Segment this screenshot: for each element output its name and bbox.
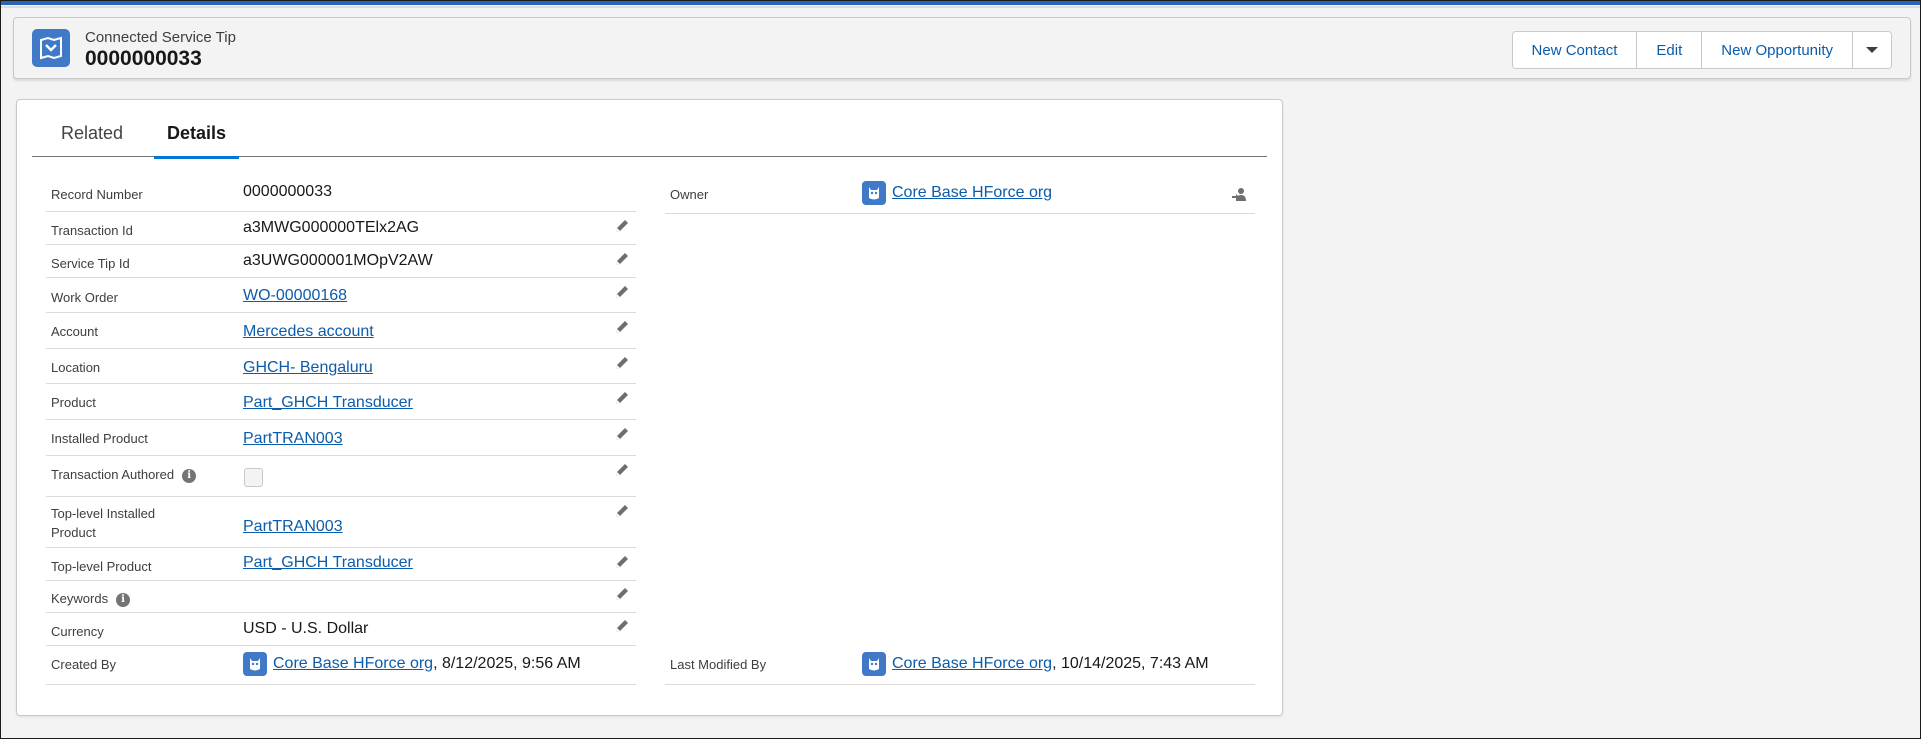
tab-details[interactable]: Details bbox=[154, 123, 240, 159]
change-owner-icon[interactable] bbox=[1231, 186, 1249, 204]
edit-pencil-icon[interactable] bbox=[614, 284, 630, 300]
connected-service-tip-icon bbox=[32, 29, 70, 67]
field-work-order: Work Order WO-00000168 bbox=[46, 278, 636, 313]
location-link[interactable]: GHCH- Bengaluru bbox=[243, 359, 373, 377]
edit-pencil-icon[interactable] bbox=[614, 586, 630, 602]
new-opportunity-button[interactable]: New Opportunity bbox=[1702, 32, 1853, 68]
field-account: Account Mercedes account bbox=[46, 313, 636, 349]
top-accent-bar bbox=[1, 1, 1920, 5]
field-transaction-authored: Transaction Authored i bbox=[46, 456, 636, 497]
top-product-link[interactable]: Part_GHCH Transducer bbox=[243, 554, 413, 572]
field-label: Top-level Installed Product bbox=[51, 506, 156, 540]
user-avatar bbox=[862, 181, 886, 205]
field-label: Transaction Id bbox=[51, 223, 133, 238]
field-keywords: Keywords i bbox=[46, 581, 636, 613]
field-label: Top-level Product bbox=[51, 559, 152, 574]
last-modified-date: , 10/14/2025, 7:43 AM bbox=[1052, 655, 1209, 673]
edit-pencil-icon[interactable] bbox=[614, 554, 630, 570]
field-label: Last Modified By bbox=[670, 657, 767, 672]
field-label: Currency bbox=[51, 624, 104, 639]
work-order-link[interactable]: WO-00000168 bbox=[243, 287, 347, 305]
product-link[interactable]: Part_GHCH Transducer bbox=[243, 394, 413, 412]
info-icon[interactable]: i bbox=[182, 469, 197, 483]
field-transaction-id: Transaction Id a3MWG000000TElx2AG bbox=[46, 212, 636, 245]
field-created-by: Created By Core Base HForce org, 8/12/20… bbox=[46, 646, 636, 685]
field-label: Owner bbox=[670, 187, 709, 202]
field-value: USD - U.S. Dollar bbox=[243, 620, 369, 637]
field-location: Location GHCH- Bengaluru bbox=[46, 349, 636, 384]
field-service-tip-id: Service Tip Id a3UWG000001MOpV2AW bbox=[46, 245, 636, 278]
field-installed-product: Installed Product PartTRAN003 bbox=[46, 420, 636, 456]
field-currency: Currency USD - U.S. Dollar bbox=[46, 613, 636, 646]
user-avatar bbox=[243, 652, 267, 676]
field-value: a3UWG000001MOpV2AW bbox=[243, 252, 433, 269]
header-actions: New Contact Edit New Opportunity bbox=[1511, 31, 1892, 69]
installed-product-link[interactable]: PartTRAN003 bbox=[243, 430, 343, 448]
edit-pencil-icon[interactable] bbox=[614, 618, 630, 634]
user-avatar bbox=[862, 652, 886, 676]
record-title: 0000000033 bbox=[85, 47, 202, 70]
new-contact-button[interactable]: New Contact bbox=[1512, 32, 1638, 68]
edit-pencil-icon[interactable] bbox=[614, 426, 630, 442]
created-by-user-link[interactable]: Core Base HForce org bbox=[273, 655, 433, 672]
chevron-down-icon bbox=[1866, 47, 1878, 53]
tab-related[interactable]: Related bbox=[48, 123, 136, 156]
info-icon[interactable]: i bbox=[116, 593, 131, 607]
field-label: Account bbox=[51, 324, 98, 339]
field-record-number: Record Number 0000000033 bbox=[46, 175, 636, 212]
field-product: Product Part_GHCH Transducer bbox=[46, 384, 636, 420]
more-actions-button[interactable] bbox=[1853, 32, 1891, 68]
edit-pencil-icon[interactable] bbox=[614, 319, 630, 335]
field-label: Created By bbox=[51, 657, 117, 672]
field-value: 0000000033 bbox=[243, 183, 332, 200]
edit-pencil-icon[interactable] bbox=[614, 251, 630, 267]
field-value: a3MWG000000TElx2AG bbox=[243, 219, 420, 236]
edit-pencil-icon[interactable] bbox=[614, 503, 630, 519]
edit-pencil-icon[interactable] bbox=[614, 355, 630, 371]
edit-pencil-icon[interactable] bbox=[614, 462, 630, 478]
edit-pencil-icon[interactable] bbox=[614, 218, 630, 234]
field-label: Work Order bbox=[51, 290, 118, 305]
field-top-level-installed-product: Top-level Installed Product PartTRAN003 bbox=[46, 497, 636, 548]
field-label: Keywords i bbox=[51, 589, 131, 608]
field-label: Installed Product bbox=[51, 431, 148, 446]
field-label: Transaction Authored i bbox=[51, 465, 197, 484]
field-label-text: Transaction Authored bbox=[51, 467, 175, 482]
details-card: Related Details Record Number 0000000033… bbox=[16, 99, 1283, 716]
record-header: Connected Service Tip 0000000033 New Con… bbox=[13, 17, 1911, 79]
top-installed-product-link[interactable]: PartTRAN003 bbox=[243, 518, 343, 536]
field-label-text: Keywords bbox=[51, 591, 109, 606]
edit-pencil-icon[interactable] bbox=[614, 390, 630, 406]
account-link[interactable]: Mercedes account bbox=[243, 323, 374, 341]
created-date: , 8/12/2025, 9:56 AM bbox=[433, 655, 581, 673]
transaction-authored-checkbox bbox=[244, 468, 263, 487]
last-modified-value: Core Base HForce org, 10/14/2025, 7:43 A… bbox=[862, 652, 1209, 676]
field-label: Record Number bbox=[51, 187, 143, 202]
field-last-modified-by: Last Modified By Core Base HForce org, 1… bbox=[665, 646, 1255, 685]
object-type-label: Connected Service Tip bbox=[85, 29, 236, 46]
owner-user-link[interactable]: Core Base HForce org bbox=[892, 184, 1052, 201]
field-top-level-product: Top-level Product Part_GHCH Transducer bbox=[46, 548, 636, 581]
owner-value: Core Base HForce org bbox=[862, 181, 1052, 205]
edit-button[interactable]: Edit bbox=[1637, 32, 1703, 68]
created-by-value: Core Base HForce org, 8/12/2025, 9:56 AM bbox=[243, 652, 581, 676]
field-owner: Owner Core Base HForce org bbox=[665, 175, 1255, 214]
field-label: Service Tip Id bbox=[51, 256, 130, 271]
last-modified-user-link[interactable]: Core Base HForce org bbox=[892, 655, 1052, 672]
top-divider bbox=[1, 6, 1920, 8]
field-label: Product bbox=[51, 395, 96, 410]
tab-bar: Related Details bbox=[32, 110, 1267, 159]
field-label: Location bbox=[51, 360, 101, 375]
